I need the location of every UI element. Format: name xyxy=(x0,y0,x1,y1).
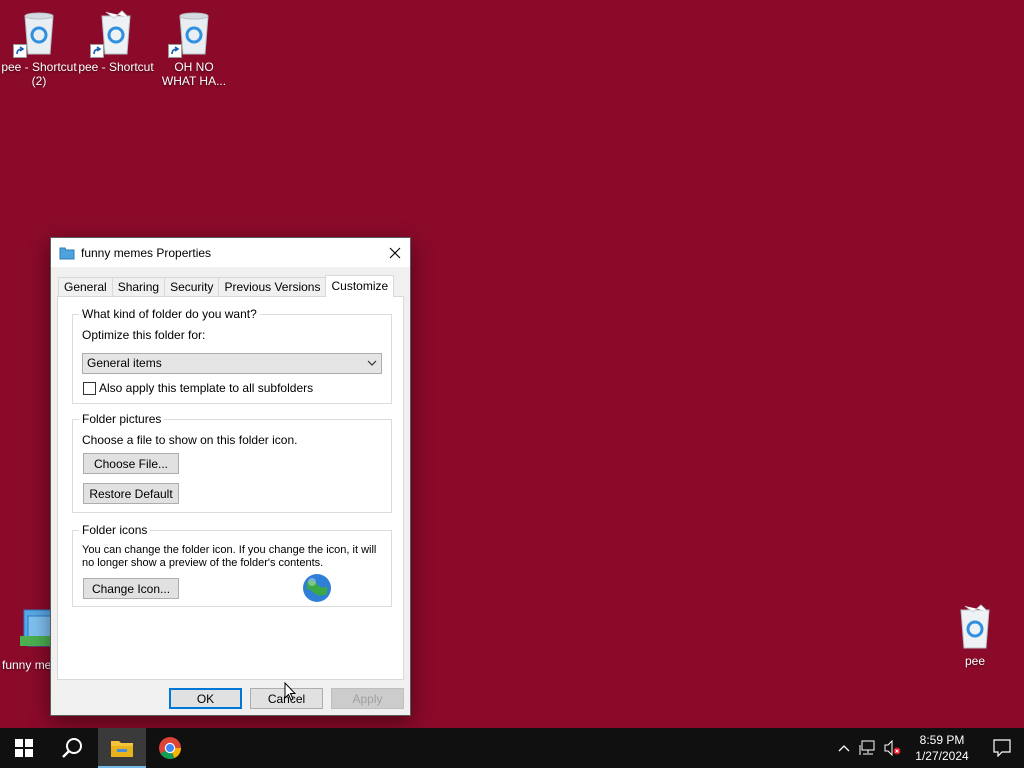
choose-file-button[interactable]: Choose File... xyxy=(83,453,179,474)
properties-window: funny memes Properties General Sharing S… xyxy=(50,237,411,716)
action-center-button[interactable] xyxy=(980,728,1024,768)
notification-icon xyxy=(993,739,1011,757)
subfolders-checkbox[interactable] xyxy=(83,381,96,395)
tab-strip: General Sharing Security Previous Versio… xyxy=(58,275,395,297)
desktop-icon-label: OH NO WHAT HA... xyxy=(161,60,227,88)
close-icon xyxy=(389,247,401,258)
folder-pictures-description: Choose a file to show on this folder ico… xyxy=(82,433,298,447)
file-explorer-icon xyxy=(111,741,133,757)
chrome-button[interactable] xyxy=(146,728,194,768)
mouse-cursor-icon xyxy=(284,682,296,701)
group-legend: What kind of folder do you want? xyxy=(79,307,260,321)
system-tray: 8:59 PM 1/27/2024 xyxy=(832,728,1024,768)
tab-security[interactable]: Security xyxy=(164,277,220,297)
dropdown-value: General items xyxy=(87,356,162,370)
file-explorer-button[interactable] xyxy=(98,728,146,768)
group-legend: Folder icons xyxy=(79,523,151,537)
recycle-bin-icon xyxy=(168,8,218,58)
folder-icon xyxy=(59,247,75,259)
tab-general[interactable]: General xyxy=(58,277,113,297)
optimize-dropdown[interactable]: General items xyxy=(82,353,382,374)
desktop-icon-pee-shortcut[interactable]: pee - Shortcut xyxy=(78,8,154,74)
volume-muted-icon xyxy=(884,740,901,756)
start-button[interactable] xyxy=(0,728,48,768)
clock-time: 8:59 PM xyxy=(919,733,965,747)
desktop-icon-pee[interactable]: pee xyxy=(937,602,1013,668)
folder-icons-group: Folder icons You can change the folder i… xyxy=(72,523,392,607)
shortcut-arrow-icon xyxy=(13,44,27,58)
network-button[interactable] xyxy=(856,728,880,768)
clock[interactable]: 8:59 PM 1/27/2024 xyxy=(904,732,980,764)
customize-panel: What kind of folder do you want? Optimiz… xyxy=(57,296,404,680)
window-title: funny memes Properties xyxy=(81,245,212,260)
search-button[interactable] xyxy=(48,728,96,768)
recycle-bin-icon xyxy=(951,602,999,650)
subfolders-option[interactable]: Also apply this template to all subfolde… xyxy=(83,381,313,395)
change-icon-button[interactable]: Change Icon... xyxy=(83,578,179,599)
show-hidden-icons-button[interactable] xyxy=(832,728,856,768)
tab-previous-versions[interactable]: Previous Versions xyxy=(218,277,327,297)
windows-logo-icon xyxy=(15,739,33,757)
optimize-label: Optimize this folder for: xyxy=(82,328,206,342)
tab-sharing[interactable]: Sharing xyxy=(111,277,166,297)
chevron-up-icon xyxy=(838,745,850,752)
chrome-icon xyxy=(159,737,181,759)
shortcut-arrow-icon xyxy=(168,44,182,58)
folder-icons-description-line1: You can change the folder icon. If you c… xyxy=(82,544,377,556)
network-icon xyxy=(859,740,875,755)
volume-button[interactable] xyxy=(880,728,904,768)
restore-default-button[interactable]: Restore Default xyxy=(83,483,179,504)
title-bar[interactable]: funny memes Properties xyxy=(51,238,410,267)
recycle-bin-icon xyxy=(13,8,63,58)
desktop-icon-label: pee xyxy=(964,654,986,668)
folder-type-group: What kind of folder do you want? Optimiz… xyxy=(72,307,392,404)
folder-pictures-group: Folder pictures Choose a file to show on… xyxy=(72,412,392,513)
desktop-icon-pee-shortcut-2[interactable]: pee - Shortcut (2) xyxy=(1,8,77,88)
desktop-icon-label: pee - Shortcut (2) xyxy=(1,60,77,88)
close-button[interactable] xyxy=(380,238,410,267)
chevron-down-icon xyxy=(367,360,377,366)
folder-icons-description-line2: no longer show a preview of the folder's… xyxy=(82,557,324,569)
tab-customize[interactable]: Customize xyxy=(325,275,395,297)
ok-button[interactable]: OK xyxy=(169,688,242,709)
recycle-bin-icon xyxy=(90,8,140,58)
group-legend: Folder pictures xyxy=(79,412,165,426)
taskbar: 8:59 PM 1/27/2024 xyxy=(0,728,1024,768)
desktop-icon-oh-no[interactable]: OH NO WHAT HA... xyxy=(156,8,232,88)
apply-button: Apply xyxy=(331,688,404,709)
desktop-icon-label: pee - Shortcut xyxy=(78,60,154,74)
search-icon xyxy=(62,738,82,758)
globe-icon xyxy=(303,574,331,602)
subfolders-label: Also apply this template to all subfolde… xyxy=(99,381,314,395)
shortcut-arrow-icon xyxy=(90,44,104,58)
clock-date: 1/27/2024 xyxy=(915,749,969,763)
